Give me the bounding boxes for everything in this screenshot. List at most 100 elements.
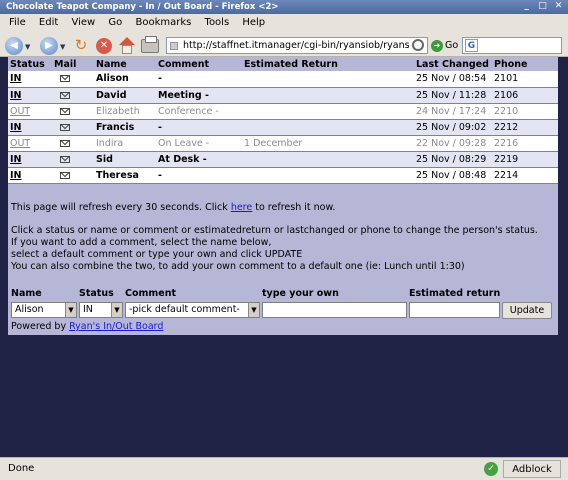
url-bar[interactable]: http://staffnet.itmanager/cgi-bin/ryansi… <box>166 37 428 54</box>
estimated-return-cell[interactable]: 1 December <box>242 135 414 152</box>
last-changed-cell[interactable]: 22 Nov / 09:28 <box>414 135 492 152</box>
url-history-icon[interactable] <box>412 39 424 51</box>
comment-select-value: -pick default comment- <box>129 304 240 315</box>
status-link[interactable]: IN <box>10 154 22 165</box>
menu-file[interactable]: File <box>9 17 26 28</box>
mail-icon[interactable] <box>60 91 70 99</box>
instruction-line-4: You can also combine the two, to add you… <box>11 261 465 272</box>
menu-go[interactable]: Go <box>108 17 122 28</box>
go-button[interactable]: ➜ Go <box>431 38 458 54</box>
phone-cell[interactable]: 2210 <box>492 103 558 120</box>
name-cell[interactable]: Sid <box>94 151 156 168</box>
back-button[interactable]: ◀ <box>5 37 23 55</box>
update-button[interactable]: Update <box>502 302 552 319</box>
refresh-text-post: to refresh it now. <box>252 202 336 213</box>
back-dropdown-icon[interactable]: ▼ <box>25 43 30 51</box>
last-changed-cell[interactable]: 25 Nov / 08:29 <box>414 151 492 168</box>
status-select-value: IN <box>83 304 93 315</box>
close-icon[interactable]: ✕ <box>553 1 564 12</box>
estimated-return-cell[interactable] <box>242 151 414 168</box>
status-link[interactable]: IN <box>10 122 22 133</box>
comment-select[interactable]: -pick default comment- ▼ <box>125 302 260 318</box>
mail-icon[interactable] <box>60 155 70 163</box>
mail-icon[interactable] <box>60 171 70 179</box>
menu-edit[interactable]: Edit <box>39 17 58 28</box>
last-changed-cell[interactable]: 25 Nov / 11:28 <box>414 87 492 104</box>
phone-cell[interactable]: 2216 <box>492 135 558 152</box>
maximize-icon[interactable]: □ <box>537 1 548 12</box>
last-changed-cell[interactable]: 25 Nov / 09:02 <box>414 119 492 136</box>
comment-cell[interactable]: Conference - <box>156 103 242 120</box>
form-status-label: Status <box>79 288 114 299</box>
comment-cell[interactable]: At Desk - <box>156 151 242 168</box>
home-icon[interactable] <box>118 37 136 55</box>
status-cell: IN <box>8 71 52 88</box>
name-cell[interactable]: Elizabeth <box>94 103 156 120</box>
refresh-text-pre: This page will refresh every 30 seconds.… <box>11 202 231 213</box>
menu-help[interactable]: Help <box>242 17 265 28</box>
name-cell[interactable]: Francis <box>94 119 156 136</box>
stop-icon[interactable]: ✕ <box>96 38 112 54</box>
comment-cell[interactable]: - <box>156 71 242 88</box>
menu-view[interactable]: View <box>71 17 95 28</box>
last-changed-cell[interactable]: 24 Nov / 17:24 <box>414 103 492 120</box>
mail-icon[interactable] <box>60 123 70 131</box>
adblock-button[interactable]: Adblock <box>503 460 561 478</box>
estimated-return-cell[interactable] <box>242 103 414 120</box>
status-select[interactable]: IN ▼ <box>79 302 123 318</box>
print-icon[interactable] <box>141 36 159 53</box>
estimated-return-cell[interactable] <box>242 87 414 104</box>
forward-button[interactable]: ▶ <box>40 37 58 55</box>
header-comment: Comment <box>158 58 210 70</box>
phone-cell[interactable]: 2219 <box>492 151 558 168</box>
own-comment-input[interactable] <box>262 302 407 318</box>
phone-cell[interactable]: 2106 <box>492 87 558 104</box>
instruction-line-3: select a default comment or type your ow… <box>11 249 303 260</box>
name-select[interactable]: Alison ▼ <box>11 302 77 318</box>
powered-by-link[interactable]: Ryan's In/Out Board <box>69 321 163 332</box>
mail-icon[interactable] <box>60 75 70 83</box>
go-label: Go <box>445 40 459 51</box>
name-cell[interactable]: Indira <box>94 135 156 152</box>
chevron-down-icon: ▼ <box>65 303 76 317</box>
phone-cell[interactable]: 2212 <box>492 119 558 136</box>
instruction-line-1: Click a status or name or comment or est… <box>11 225 538 236</box>
forward-dropdown-icon[interactable]: ▼ <box>60 43 65 51</box>
estimated-return-cell[interactable] <box>242 71 414 88</box>
window-title: Chocolate Teapot Company - In / Out Boar… <box>6 2 279 12</box>
search-box[interactable]: G <box>462 37 562 54</box>
estimated-return-cell[interactable] <box>242 167 414 184</box>
mail-icon[interactable] <box>60 107 70 115</box>
estimated-return-input[interactable] <box>409 302 500 318</box>
last-changed-cell[interactable]: 25 Nov / 08:48 <box>414 167 492 184</box>
comment-cell[interactable]: - <box>156 119 242 136</box>
status-link[interactable]: IN <box>10 90 22 101</box>
status-link[interactable]: OUT <box>10 106 30 117</box>
estimated-return-cell[interactable] <box>242 119 414 136</box>
reload-icon[interactable]: ↻ <box>72 37 90 55</box>
minimize-icon[interactable]: _ <box>521 1 532 12</box>
last-changed-cell[interactable]: 25 Nov / 08:54 <box>414 71 492 88</box>
status-link[interactable]: IN <box>10 73 22 84</box>
comment-cell[interactable]: - <box>156 167 242 184</box>
status-link[interactable]: IN <box>10 170 22 181</box>
arrow-left-icon: ◀ <box>10 40 18 51</box>
mail-cell <box>52 103 94 120</box>
menu-bookmarks[interactable]: Bookmarks <box>135 17 191 28</box>
mail-cell <box>52 167 94 184</box>
check-icon[interactable]: ✓ <box>484 462 498 476</box>
comment-cell[interactable]: Meeting - <box>156 87 242 104</box>
page-content: Status Mail Name Comment Estimated Retur… <box>0 57 568 457</box>
name-cell[interactable]: Alison <box>94 71 156 88</box>
status-link[interactable]: OUT <box>10 138 30 149</box>
mail-icon[interactable] <box>60 139 70 147</box>
table-row: IN David Meeting - 25 Nov / 11:28 2106 <box>8 87 558 104</box>
refresh-link[interactable]: here <box>231 202 252 213</box>
comment-cell[interactable]: On Leave - <box>156 135 242 152</box>
menu-tools[interactable]: Tools <box>205 17 230 28</box>
google-search-icon[interactable]: G <box>465 39 478 52</box>
name-cell[interactable]: Theresa <box>94 167 156 184</box>
phone-cell[interactable]: 2101 <box>492 71 558 88</box>
name-cell[interactable]: David <box>94 87 156 104</box>
phone-cell[interactable]: 2214 <box>492 167 558 184</box>
